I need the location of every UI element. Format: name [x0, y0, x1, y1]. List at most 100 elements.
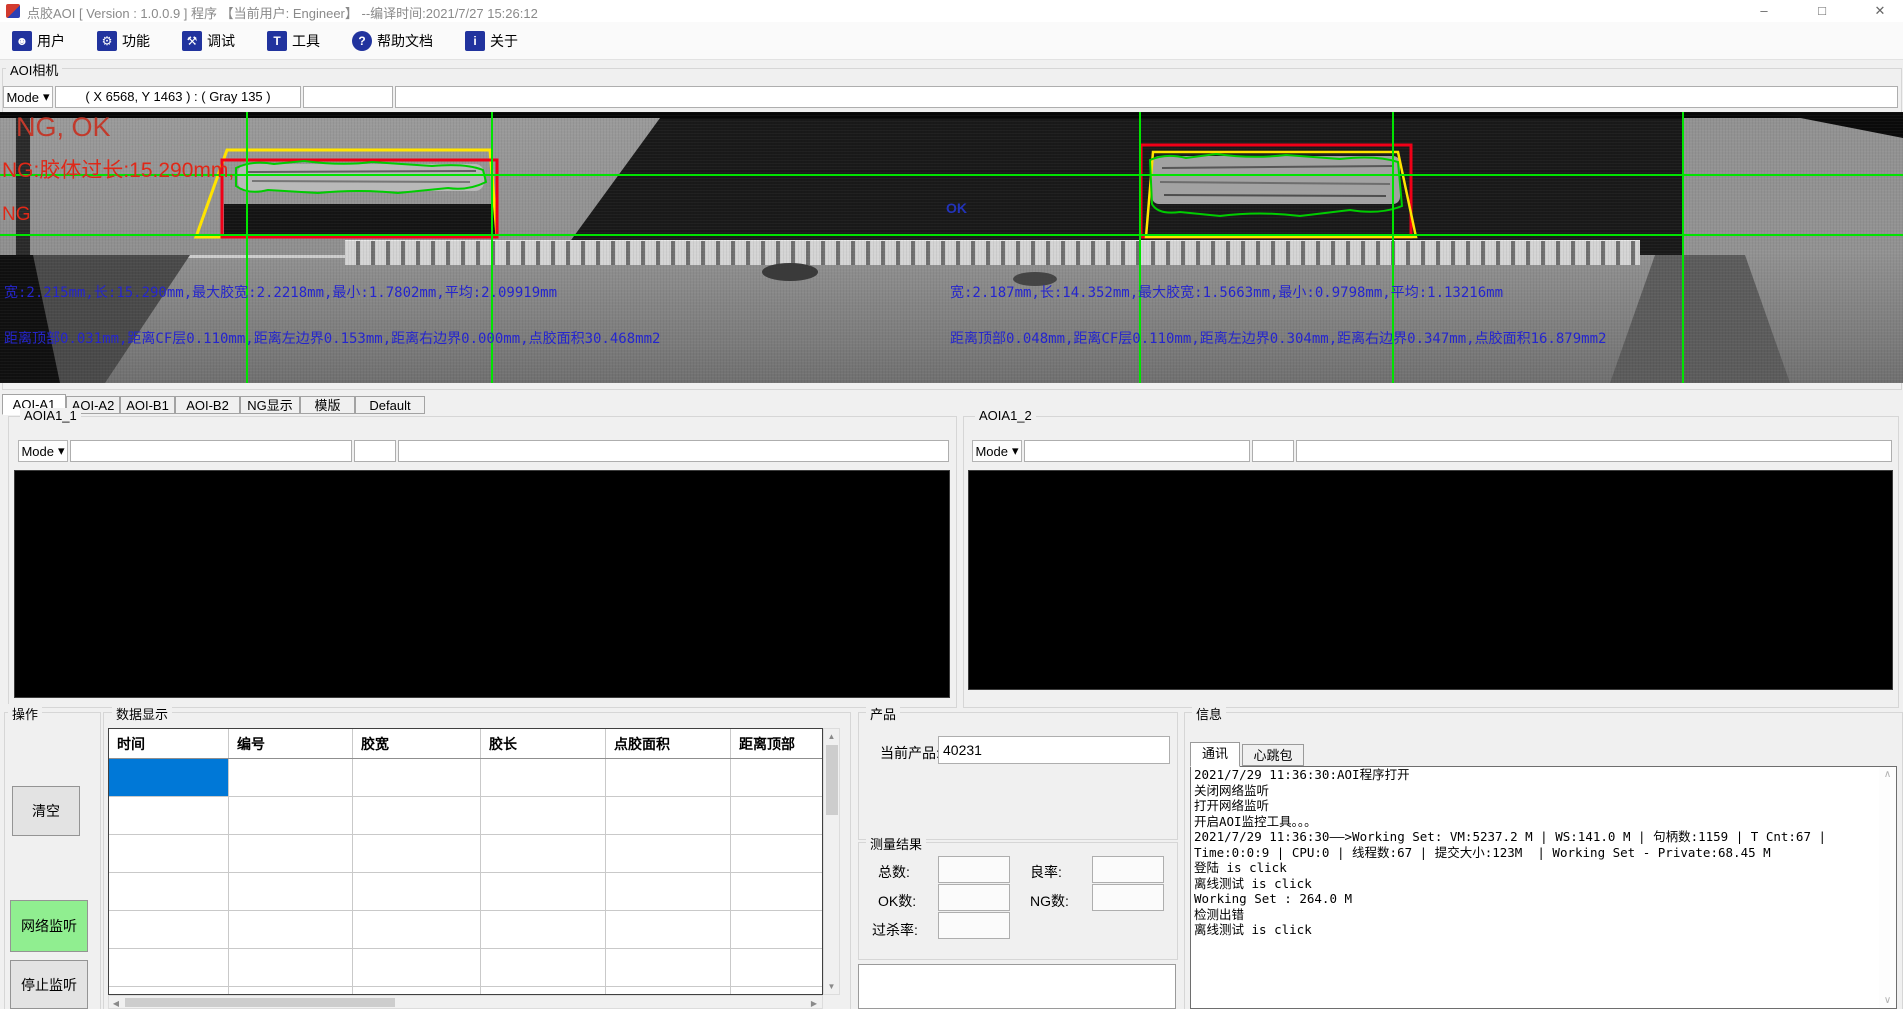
stop-listen-button[interactable]: 停止监听	[10, 960, 88, 1009]
chevron-down-icon: ▾	[1012, 443, 1019, 459]
toolbar-button-about[interactable]: i 关于	[463, 26, 520, 56]
ok-count-label: OK数:	[878, 891, 916, 911]
toolbar-button-user[interactable]: ☻ 用户	[10, 26, 67, 56]
log-scroll-down-icon[interactable]: ∨	[1879, 995, 1896, 1006]
scroll-right-icon[interactable]: ▶	[808, 999, 820, 1008]
column-header-glue-length[interactable]: 胶长	[481, 729, 606, 758]
left-stats-line1: 宽:2.215mm,长:15.290mm,最大胶宽:2.2218mm,最小:1.…	[4, 282, 557, 302]
table-row[interactable]	[109, 797, 822, 835]
camera-mode-dropdown[interactable]: Mode ▾	[3, 86, 53, 108]
panel1-image-view[interactable]	[14, 470, 950, 698]
clear-button[interactable]: 清空	[12, 786, 80, 836]
table-vscrollbar[interactable]: ▲ ▼	[823, 728, 840, 995]
toolbar-button-tools[interactable]: T 工具	[265, 26, 322, 56]
toolbar-label: 用户	[37, 31, 65, 51]
panel2-mode-dropdown[interactable]: Mode ▾	[972, 440, 1022, 462]
mode-label: Mode	[21, 444, 54, 459]
log-scrollbar[interactable]: ∧ ∨	[1879, 767, 1896, 1008]
scroll-left-icon[interactable]: ◀	[110, 999, 122, 1008]
toolbar-button-function[interactable]: ⚙ 功能	[95, 26, 152, 56]
overkill-input[interactable]	[938, 912, 1010, 939]
hscroll-thumb[interactable]	[125, 998, 395, 1007]
right-stats-line2: 距离顶部0.048mm,距离CF层0.110mm,距离左边界0.304mm,距离…	[950, 328, 1606, 348]
right-stats-line1: 宽:2.187mm,长:14.352mm,最大胶宽:1.5663mm,最小:0.…	[950, 282, 1503, 302]
log-line: 2021/7/29 11:36:30:AOI程序打开	[1191, 767, 1896, 783]
toolbar-label: 关于	[490, 31, 518, 51]
toolbar-label: 工具	[292, 31, 320, 51]
camera-status-box-3	[395, 86, 1898, 108]
selected-cell[interactable]	[109, 759, 229, 796]
panel-aoia1-2-label: AOIA1_2	[975, 408, 1036, 423]
result-note-box	[858, 964, 1176, 1009]
table-row[interactable]	[109, 949, 822, 987]
scroll-up-icon[interactable]: ▲	[824, 732, 839, 741]
log-line: 打开网络监听	[1191, 798, 1896, 814]
column-header-glue-area[interactable]: 点胶面积	[606, 729, 731, 758]
table-row[interactable]	[109, 911, 822, 949]
yield-input[interactable]	[1092, 856, 1164, 883]
ng-reason-text: NG:胶体过长:15.290mm,	[2, 154, 234, 184]
column-header-id[interactable]: 编号	[229, 729, 353, 758]
minimize-button[interactable]: –	[1741, 0, 1787, 22]
tab-aoi-b2[interactable]: AOI-B2	[175, 396, 240, 414]
panel1-status-box-1	[70, 440, 352, 462]
product-group	[858, 712, 1178, 840]
panel1-status-box-2	[354, 440, 396, 462]
data-display-group-label: 数据显示	[112, 704, 172, 723]
window-title: 点胶AOI [ Version : 1.0.0.9 ] 程序 【当前用户: En…	[27, 3, 538, 22]
table-row[interactable]	[109, 835, 822, 873]
table-hscrollbar[interactable]: ◀ ▶	[108, 995, 823, 1009]
app-window: 点胶AOI [ Version : 1.0.0.9 ] 程序 【当前用户: En…	[0, 0, 1903, 1009]
close-button[interactable]: ✕	[1857, 0, 1903, 22]
tab-heartbeat[interactable]: 心跳包	[1242, 744, 1304, 766]
tab-aoi-b1[interactable]: AOI-B1	[120, 396, 175, 414]
app-icon	[6, 4, 20, 18]
log-line: 2021/7/29 11:36:30——>Working Set: VM:523…	[1191, 829, 1896, 845]
communication-log[interactable]: 2021/7/29 11:36:30:AOI程序打开 关闭网络监听 打开网络监听…	[1190, 766, 1897, 1009]
panel1-mode-dropdown[interactable]: Mode ▾	[18, 440, 68, 462]
camera-image-view[interactable]: NG, OK NG:胶体过长:15.290mm, NG OK 宽:2.215mm…	[0, 112, 1903, 383]
ng-count-label: NG数:	[1030, 891, 1069, 911]
log-line: Time:0:0:9 | CPU:0 | 线程数:67 | 提交大小:123M …	[1191, 845, 1896, 861]
scroll-down-icon[interactable]: ▼	[824, 982, 839, 991]
ok-count-input[interactable]	[938, 884, 1010, 911]
camera-pixel-status: ( X 6568, Y 1463 ) : ( Gray 135 )	[55, 86, 301, 108]
table-row[interactable]	[109, 873, 822, 911]
log-scroll-up-icon[interactable]: ∧	[1879, 769, 1896, 780]
column-header-glue-width[interactable]: 胶宽	[353, 729, 481, 758]
ng-count-input[interactable]	[1092, 884, 1164, 911]
vscroll-thumb[interactable]	[826, 745, 838, 815]
toolbar-button-help[interactable]: ? 帮助文档	[350, 26, 435, 56]
ok-flag-text: OK	[946, 200, 967, 216]
tab-ng-display[interactable]: NG显示	[240, 396, 300, 414]
column-header-top-distance[interactable]: 距离顶部	[731, 729, 822, 758]
table-row[interactable]	[109, 759, 822, 797]
table-header-row: 时间 编号 胶宽 胶长 点胶面积 距离顶部	[109, 729, 822, 759]
network-listen-button[interactable]: 网络监听	[10, 900, 88, 952]
panel2-status-box-1	[1024, 440, 1250, 462]
panel2-image-view[interactable]	[968, 470, 1893, 690]
log-line: 登陆 is click	[1191, 860, 1896, 876]
ng-flag-text: NG	[2, 204, 31, 226]
current-product-label: 当前产品:	[880, 743, 940, 763]
maximize-button[interactable]: □	[1799, 0, 1845, 22]
info-group-label: 信息	[1192, 704, 1226, 723]
chevron-down-icon: ▾	[43, 89, 50, 105]
user-icon: ☻	[12, 31, 32, 51]
current-product-input[interactable]	[938, 736, 1170, 764]
tab-default[interactable]: Default	[355, 396, 425, 414]
log-line: 开启AOI监控工具。。。	[1191, 814, 1896, 830]
panel2-status-box-3	[1296, 440, 1892, 462]
table-row[interactable]	[109, 987, 822, 995]
toolbar-button-debug[interactable]: ⚒ 调试	[180, 26, 237, 56]
log-line: Working Set : 264.0 M	[1191, 891, 1896, 907]
panel-aoia1-1-label: AOIA1_1	[20, 408, 81, 423]
tab-template[interactable]: 模版	[300, 396, 355, 414]
operations-group-label: 操作	[8, 704, 42, 723]
toolbar-label: 调试	[207, 31, 235, 51]
toolbar-label: 帮助文档	[377, 31, 433, 51]
yield-label: 良率:	[1030, 862, 1062, 882]
tab-communication[interactable]: 通讯	[1190, 742, 1240, 767]
column-header-time[interactable]: 时间	[109, 729, 229, 758]
total-input[interactable]	[938, 856, 1010, 883]
